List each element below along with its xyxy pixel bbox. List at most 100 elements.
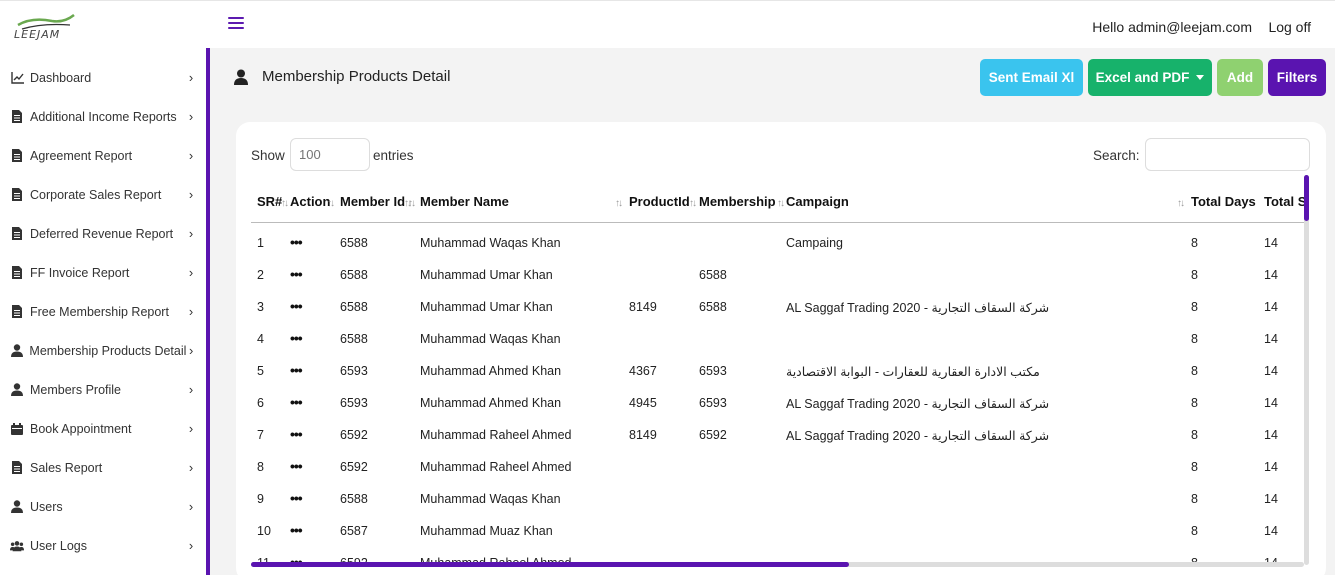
row-actions-icon[interactable]: •••	[290, 458, 303, 474]
table-cell: 8	[1191, 428, 1198, 442]
sort-icon[interactable]: ↑↓	[689, 198, 697, 209]
user-greeting: Hello admin@leejam.com	[1092, 19, 1252, 35]
row-actions-icon[interactable]: •••	[290, 362, 303, 378]
sort-icon[interactable]: ↑↓	[1177, 198, 1185, 209]
sidebar-item-free-membership-report[interactable]: Free Membership Report ›	[0, 292, 206, 331]
sort-icon[interactable]: ↑↓	[777, 198, 785, 209]
page-header: Membership Products Detail	[234, 68, 450, 85]
table-cell: 6593	[699, 396, 727, 410]
sidebar-item-label: Sales Report	[30, 460, 103, 475]
row-actions-icon[interactable]: •••	[290, 522, 303, 538]
horizontal-scroll-thumb[interactable]	[251, 562, 849, 567]
sidebar-item-corporate-sales-report[interactable]: Corporate Sales Report ›	[0, 175, 206, 214]
table-cell: 8	[1191, 492, 1198, 506]
chevron-right-icon: ›	[188, 421, 194, 436]
sidebar-item-ff-invoice-report[interactable]: FF Invoice Report ›	[0, 253, 206, 292]
table-cell: مكتب الادارة العقارية للعقارات - البوابة…	[786, 365, 1040, 379]
table-cell: 6	[257, 396, 264, 410]
table-cell: 14	[1264, 492, 1278, 506]
sidebar-item-members-profile[interactable]: Members Profile ›	[0, 370, 206, 409]
sort-icon[interactable]: ↑↓	[281, 198, 289, 209]
table-cell: 14	[1264, 268, 1278, 282]
vertical-scrollbar[interactable]	[1304, 175, 1309, 565]
table-cell: 8149	[629, 428, 657, 442]
column-header[interactable]: Total S	[1264, 194, 1305, 209]
table-cell: 6592	[340, 428, 368, 442]
sidebar-item-agreement-report[interactable]: Agreement Report ›	[0, 136, 206, 175]
table-cell: 7	[257, 428, 264, 442]
menu-toggle-icon[interactable]	[228, 17, 244, 31]
horizontal-scrollbar[interactable]	[251, 562, 1304, 567]
column-header[interactable]: Member Name	[420, 194, 509, 209]
table-row: ••• 7 6592 Muhammad Raheel Ahmed 8149 6592 شرك…	[251, 419, 1305, 451]
sidebar-item-users[interactable]: Users ›	[0, 487, 206, 526]
sort-icon[interactable]: ↑↓	[615, 198, 623, 209]
column-header[interactable]: Campaign	[786, 194, 849, 209]
chevron-right-icon: ›	[188, 538, 194, 553]
table-row: ••• 1 6588 Muhammad Waqas Khan Campaing 8 14	[251, 227, 1305, 259]
column-header[interactable]: ProductId	[629, 194, 690, 209]
table-cell: 6588	[699, 300, 727, 314]
search-input[interactable]	[1145, 138, 1310, 171]
send-email-button[interactable]: Sent Email Xl	[980, 59, 1083, 96]
chevron-right-icon: ›	[188, 226, 194, 241]
sidebar-item-user-logs[interactable]: User Logs ›	[0, 526, 206, 565]
column-header[interactable]: Total Days	[1191, 194, 1256, 209]
table-cell: 6593	[340, 396, 368, 410]
row-actions-icon[interactable]: •••	[290, 234, 303, 250]
sort-icon[interactable]: ↑↓	[327, 198, 335, 209]
column-header[interactable]: Membership	[699, 194, 776, 209]
table-card: Show entries Search: SR#↑↓Action↑↓Member…	[236, 122, 1326, 575]
table-cell: 14	[1264, 300, 1278, 314]
document-icon	[10, 149, 24, 163]
row-actions-icon[interactable]: •••	[290, 266, 303, 282]
table-cell: 14	[1264, 364, 1278, 378]
table-cell: 3	[257, 300, 264, 314]
sidebar-item-sales-report[interactable]: Sales Report ›	[0, 448, 206, 487]
table-row: ••• 8 6592 Muhammad Raheel Ahmed 8 14	[251, 451, 1305, 483]
table-cell: 9	[257, 492, 264, 506]
row-actions-icon[interactable]: •••	[290, 394, 303, 410]
chevron-right-icon: ›	[188, 148, 194, 163]
chevron-right-icon: ›	[188, 109, 194, 124]
add-button[interactable]: Add	[1217, 59, 1263, 96]
entries-length-input[interactable]	[290, 138, 370, 171]
sort-icon[interactable]: ↑↓	[408, 198, 416, 209]
table-cell: شركة السقاف التجارية - AL Saggaf Trading…	[786, 429, 1050, 443]
row-actions-icon[interactable]: •••	[290, 426, 303, 442]
table-cell: 1	[257, 236, 264, 250]
row-actions-icon[interactable]: •••	[290, 490, 303, 506]
vertical-scroll-thumb[interactable]	[1304, 175, 1309, 221]
export-dropdown-button[interactable]: Excel and PDF	[1088, 59, 1212, 96]
send-email-label: Sent Email Xl	[988, 70, 1075, 85]
chart-line-icon	[10, 71, 24, 85]
table-cell: 6592	[340, 460, 368, 474]
sidebar-item-label: Deferred Revenue Report	[30, 226, 174, 241]
user-icon	[10, 344, 23, 358]
filters-label: Filters	[1276, 70, 1318, 85]
chevron-right-icon: ›	[188, 304, 194, 319]
caret-down-icon	[1196, 75, 1205, 80]
column-header[interactable]: SR#	[257, 194, 282, 209]
sidebar-item-label: Users	[30, 499, 63, 514]
logoff-link[interactable]: Log off	[1268, 19, 1311, 35]
page-title: Membership Products Detail	[262, 68, 451, 85]
sidebar-item-dashboard[interactable]: Dashboard ›	[0, 58, 206, 97]
column-header[interactable]: Member Id	[340, 194, 405, 209]
chevron-right-icon: ›	[188, 382, 194, 397]
table-cell: 8	[1191, 236, 1198, 250]
sidebar-item-book-appointment[interactable]: Book Appointment ›	[0, 409, 206, 448]
data-table: SR# ↑↓ Action ↑↓ Member Id ↑↓ Member Name ↑↓ Pro…	[251, 184, 1305, 564]
row-actions-icon[interactable]: •••	[290, 330, 303, 346]
table-row: ••• 5 6593 Muhammad Ahmed Khan 4367 6593 مكتب …	[251, 355, 1305, 387]
sidebar-item-additional-income-reports[interactable]: Additional Income Reports ›	[0, 97, 206, 136]
filters-button[interactable]: Filters	[1268, 59, 1326, 96]
sidebar-item-membership-products-detail[interactable]: Membership Products Detail ›	[0, 331, 206, 370]
chevron-right-icon: ›	[188, 70, 194, 85]
user-icon	[234, 69, 248, 85]
row-actions-icon[interactable]: •••	[290, 298, 303, 314]
column-header[interactable]: Action	[290, 194, 330, 209]
table-cell: 6588	[340, 492, 368, 506]
sidebar-item-deferred-revenue-report[interactable]: Deferred Revenue Report ›	[0, 214, 206, 253]
table-cell: Muhammad Waqas Khan	[420, 236, 561, 250]
